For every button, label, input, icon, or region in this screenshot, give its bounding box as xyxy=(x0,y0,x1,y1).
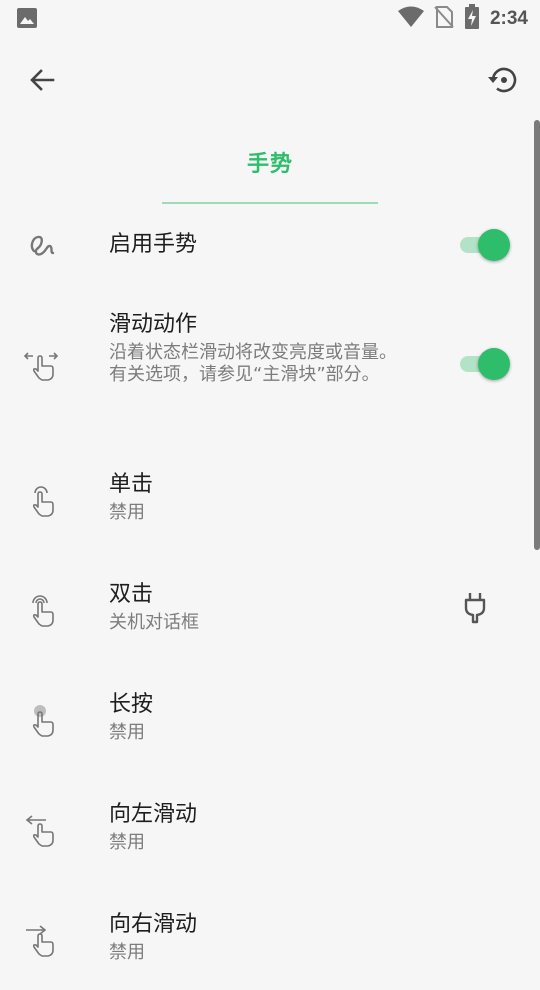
scrollbar[interactable] xyxy=(534,120,540,550)
setting-value: 关机对话框 xyxy=(109,612,199,633)
setting-title: 单击 xyxy=(109,472,154,497)
setting-swipe-right[interactable]: 向右滑动 禁用 xyxy=(0,900,520,990)
status-bar: 2:34 xyxy=(0,0,540,36)
enable-gestures-toggle[interactable] xyxy=(458,227,512,263)
setting-title: 向右滑动 xyxy=(109,912,198,937)
app-bar xyxy=(0,36,540,120)
restore-icon xyxy=(488,67,517,93)
setting-swipe-left[interactable]: 向左滑动 禁用 xyxy=(0,790,520,880)
setting-value: 禁用 xyxy=(109,722,145,743)
double-tap-hand-icon xyxy=(22,590,62,630)
setting-value: 禁用 xyxy=(109,832,145,853)
setting-title: 双击 xyxy=(109,582,154,607)
setting-double-tap[interactable]: 双击 关机对话框 xyxy=(0,570,520,660)
no-sim-icon xyxy=(434,5,454,33)
page-title: 手势 xyxy=(246,152,293,177)
section-tab: 手势 xyxy=(0,120,540,206)
setting-enable-gestures[interactable]: 启用手势 xyxy=(0,210,520,280)
tap-hand-icon xyxy=(22,480,62,520)
swipe-right-hand-icon xyxy=(22,920,62,960)
setting-description: 沿着状态栏滑动将改变亮度或音量。 有关选项，请参见“主滑块”部分。 xyxy=(109,342,397,385)
tab-indicator xyxy=(162,202,378,204)
setting-swipe-action[interactable]: 滑动动作 沿着状态栏滑动将改变亮度或音量。 有关选项，请参见“主滑块”部分。 xyxy=(0,300,520,430)
gallery-notification-icon xyxy=(16,7,38,33)
long-press-hand-icon xyxy=(22,700,62,740)
squiggle-gesture-icon xyxy=(22,225,62,265)
setting-value: 禁用 xyxy=(109,942,145,963)
swipe-action-toggle[interactable] xyxy=(458,346,512,382)
swipe-left-hand-icon xyxy=(22,810,62,850)
setting-title: 向左滑动 xyxy=(109,802,198,827)
setting-single-tap[interactable]: 单击 禁用 xyxy=(0,460,520,550)
swipe-hand-icon xyxy=(22,346,62,386)
wifi-icon xyxy=(397,6,424,32)
setting-value: 禁用 xyxy=(109,502,145,523)
clock: 2:34 xyxy=(489,8,528,29)
setting-title: 长按 xyxy=(109,692,154,717)
arrow-back-icon xyxy=(30,69,55,91)
setting-long-press[interactable]: 长按 禁用 xyxy=(0,680,520,770)
reset-defaults-button[interactable] xyxy=(480,58,524,102)
plug-icon xyxy=(460,588,490,628)
battery-charging-icon xyxy=(464,4,480,34)
setting-title: 滑动动作 xyxy=(109,312,198,337)
setting-title: 启用手势 xyxy=(109,232,198,257)
back-button[interactable] xyxy=(22,60,62,100)
